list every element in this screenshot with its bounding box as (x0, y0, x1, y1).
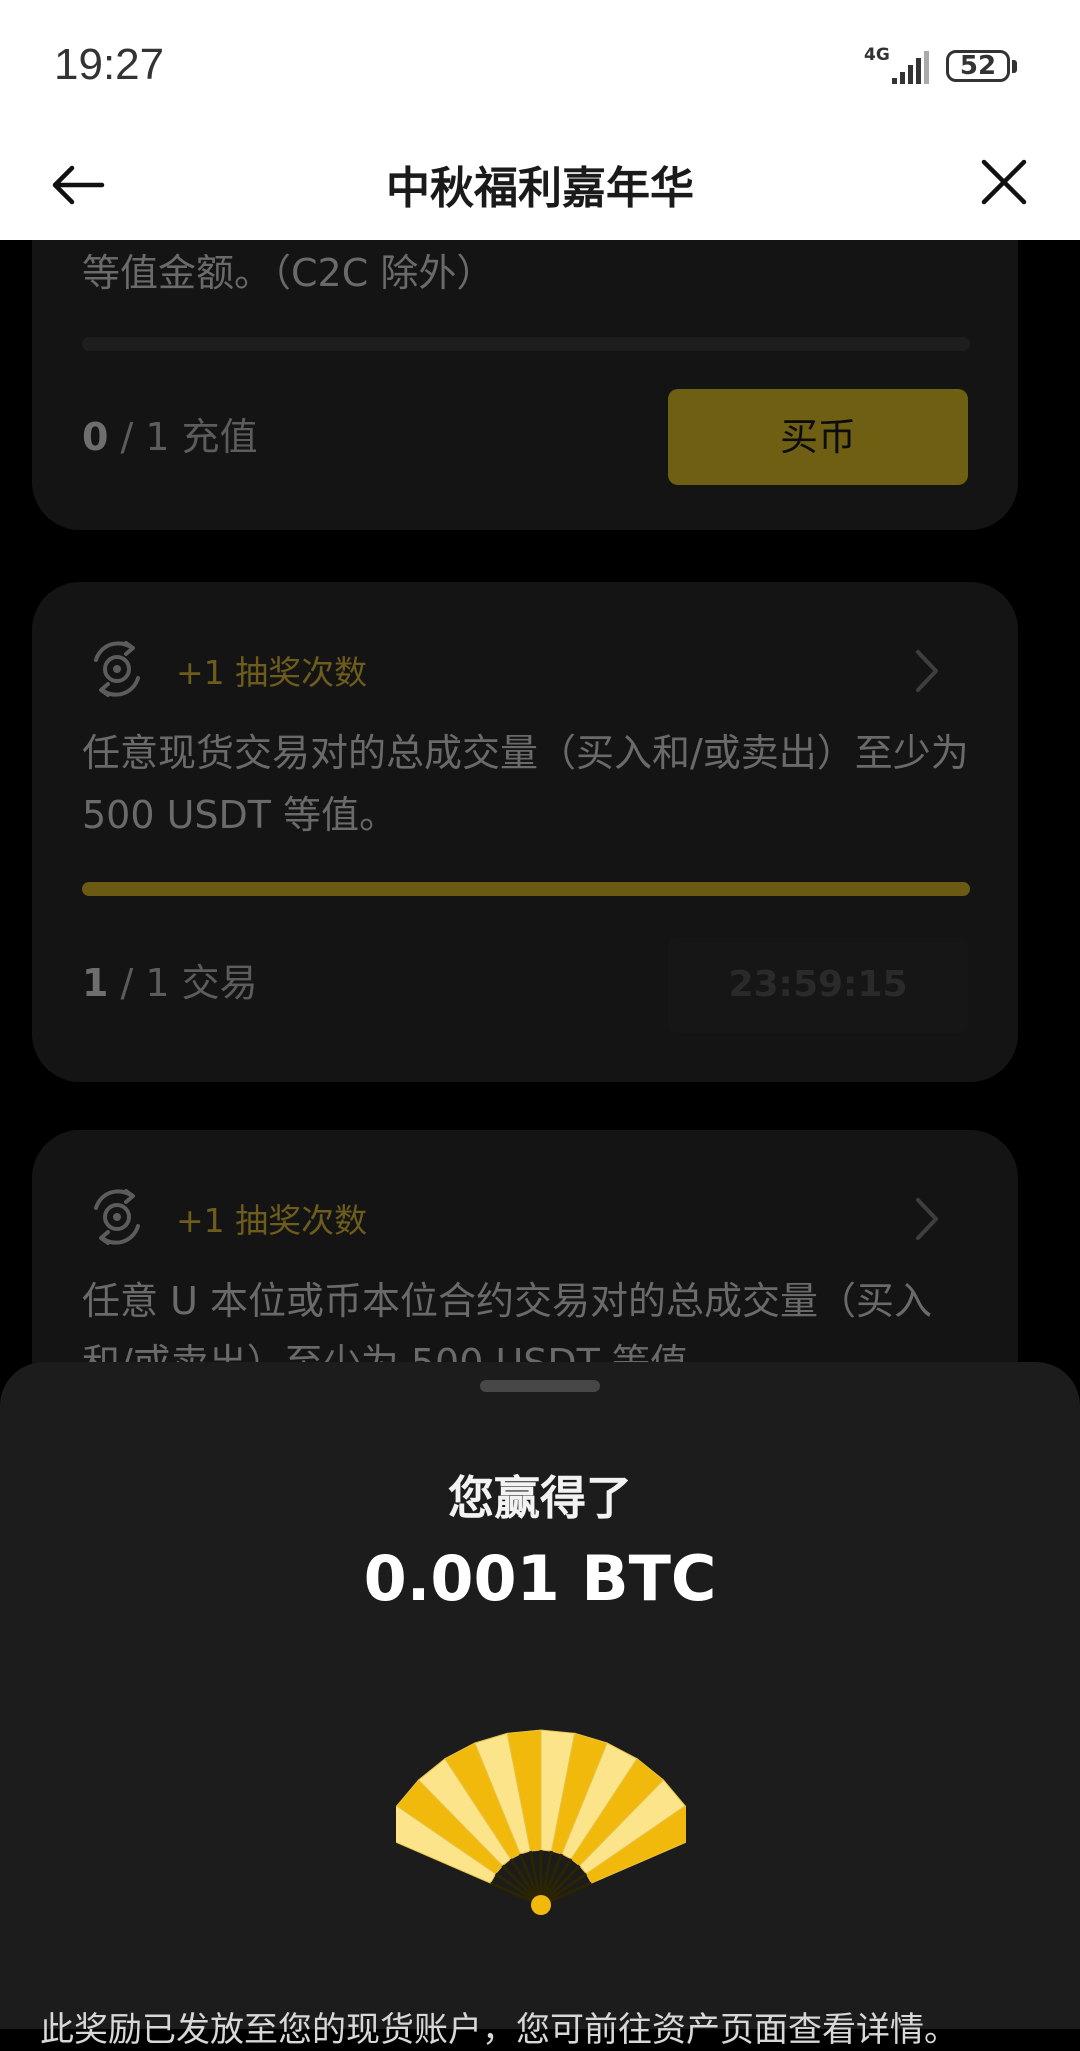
chevron-right-icon[interactable] (910, 1194, 944, 1244)
counter-done: 0 (82, 415, 109, 459)
task-description: 等值金额。（C2C 除外） (82, 251, 495, 295)
close-icon[interactable] (976, 154, 1032, 210)
reward-label: +1 抽奖次数 (176, 653, 368, 692)
buy-coin-button[interactable]: 买币 (668, 389, 968, 485)
battery-icon: 52 (946, 50, 1010, 82)
reward-label: +1 抽奖次数 (176, 1201, 368, 1240)
task-card-deposit: 等值金额。（C2C 除外） 0 / 1 充值 买币 (32, 240, 1018, 530)
counter-total: / 1 交易 (108, 961, 258, 1005)
counter-total: / 1 充值 (108, 415, 258, 459)
battery-tip (1012, 60, 1017, 73)
battery-level: 52 (959, 51, 997, 81)
reward-note: 此奖励已发放至您的现货账户，您可前往资产页面查看详情。 (40, 2010, 958, 2050)
win-amount: 0.001 BTC (363, 1542, 717, 1615)
page-title: 中秋福利嘉年华 (386, 163, 694, 214)
progress-bar (82, 882, 970, 896)
fan-pivot (531, 1895, 551, 1915)
sheet-drag-handle[interactable] (480, 1380, 600, 1392)
task-counter: 1 / 1 交易 (82, 952, 258, 1007)
lottery-ticket-icon (94, 1189, 140, 1245)
chevron-right-icon[interactable] (910, 646, 944, 696)
win-title: 您赢得了 (448, 1471, 632, 1525)
signal-icon (892, 51, 929, 84)
task-card-spot-trade[interactable]: +1 抽奖次数 任意现货交易对的总成交量（买入和/或卖出）至少为 500 USD… (32, 582, 1018, 1082)
status-time: 19:27 (54, 40, 165, 89)
counter-done: 1 (82, 961, 109, 1005)
nav-bar: 中秋福利嘉年华 (0, 130, 1080, 240)
status-bar: 19:27 4G 52 (0, 0, 1080, 130)
network-label: 4G (864, 45, 890, 65)
reward-bottom-sheet: 您赢得了 0.001 BTC 此奖励已发放至您的现货账户，您可前往资产页面查看详… (0, 1362, 1080, 2050)
progress-bar (82, 337, 970, 351)
lottery-ticket-icon (94, 641, 140, 697)
countdown-button: 23:59:15 (668, 937, 968, 1033)
task-counter: 0 / 1 充值 (82, 406, 258, 461)
task-description: 任意现货交易对的总成交量（买入和/或卖出）至少为 500 USDT 等值。 (82, 731, 969, 837)
folding-fan-icon (396, 1729, 686, 1915)
progress-fill (82, 882, 970, 896)
